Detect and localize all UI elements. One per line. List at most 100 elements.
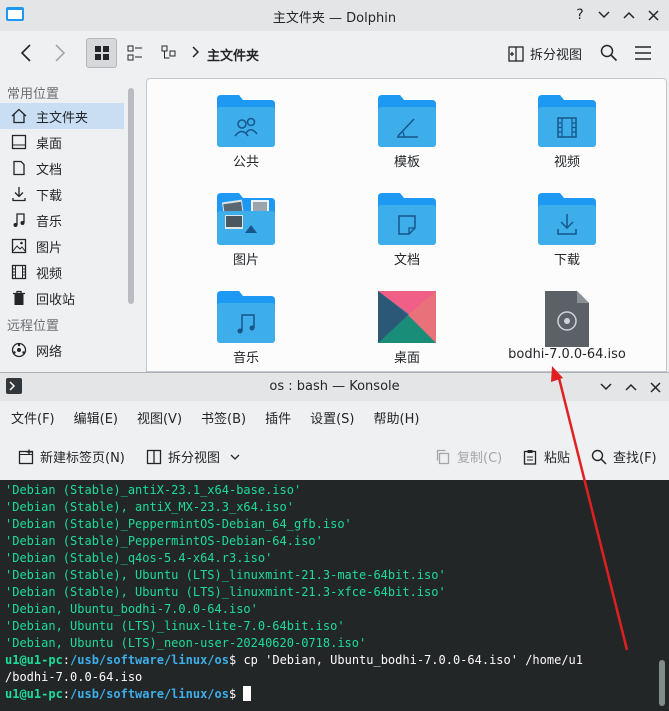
minimize-icon[interactable] — [594, 5, 614, 25]
copy-icon — [436, 449, 450, 464]
new-tab-icon — [18, 449, 34, 464]
details-view-button[interactable] — [154, 38, 184, 68]
file-view: 公共 模板 视频 图片 文档 下载 音乐 桌面 bodhi-7.0.0-64.i… — [146, 78, 667, 372]
search-button[interactable] — [596, 38, 622, 68]
terminal-line: 'Debian, Ubuntu (LTS)_neon-user-20240620… — [5, 636, 367, 650]
places-item-network[interactable]: 网络 — [0, 337, 124, 363]
file-item[interactable]: 下载 — [507, 193, 627, 268]
file-label: 文档 — [393, 253, 420, 268]
menu-edit[interactable]: 编辑(E) — [74, 408, 118, 427]
grid-view-icon — [94, 46, 109, 60]
file-label: bodhi-7.0.0-64.iso — [508, 347, 626, 362]
places-item-label: 下载 — [36, 188, 63, 204]
find-button[interactable]: 查找(F) — [591, 447, 657, 466]
maximize-icon[interactable] — [619, 5, 639, 25]
document-icon — [10, 159, 28, 177]
file-item[interactable]: 文档 — [347, 193, 467, 268]
network-icon — [10, 341, 28, 359]
dolphin-toolbar: 主文件夹 拆分视图 — [0, 31, 669, 77]
menu-plugins[interactable]: 插件 — [265, 408, 291, 427]
file-item[interactable]: 音乐 — [186, 291, 306, 366]
split-view-icon — [146, 449, 162, 464]
file-label: 下载 — [553, 253, 580, 268]
menubar: 文件(F) 编辑(E) 视图(V) 书签(B) 插件 设置(S) 帮助(H) — [0, 401, 669, 433]
places-item-pictures[interactable]: 图片 — [0, 233, 124, 259]
split-view-button[interactable]: 拆分视图 — [508, 44, 582, 63]
back-button[interactable] — [12, 38, 40, 68]
folder-documents-icon — [378, 193, 436, 245]
compact-view-icon — [127, 45, 142, 61]
places-item-music[interactable]: 音乐 — [0, 207, 124, 233]
breadcrumb[interactable]: 主文件夹 — [207, 45, 259, 64]
folder-pictures-icon — [217, 193, 275, 245]
minimize-icon[interactable] — [596, 377, 616, 397]
folder-templates-icon — [378, 95, 436, 147]
menu-file[interactable]: 文件(F) — [11, 408, 55, 427]
file-item[interactable]: 图片 — [186, 193, 306, 268]
home-icon — [10, 107, 28, 125]
terminal-line: 'Debian (Stable), antiX_MX-23.3_x64.iso' — [5, 500, 294, 514]
menu-help[interactable]: 帮助(H) — [374, 408, 420, 427]
folder-music-icon — [217, 291, 275, 343]
places-item-label: 图片 — [36, 240, 63, 256]
menu-button[interactable] — [630, 38, 656, 68]
file-item[interactable]: 公共 — [186, 95, 306, 170]
menu-bookmarks[interactable]: 书签(B) — [201, 408, 246, 427]
menu-view[interactable]: 视图(V) — [137, 408, 182, 427]
terminal-line: 'Debian (Stable)_PeppermintOS-Debian_64_… — [5, 517, 352, 531]
close-icon[interactable] — [643, 5, 663, 25]
search-icon — [591, 449, 607, 465]
terminal-scrollbar[interactable] — [659, 660, 665, 706]
places-item-downloads[interactable]: 下载 — [0, 181, 124, 207]
file-item[interactable]: bodhi-7.0.0-64.iso — [507, 291, 627, 362]
desktop-icon — [10, 133, 28, 151]
places-item-label: 视频 — [36, 266, 63, 282]
trash-icon — [10, 289, 28, 307]
split-view-button[interactable]: 拆分视图 — [146, 447, 240, 466]
back-icon — [20, 44, 31, 62]
dolphin-titlebar[interactable]: 主文件夹 — Dolphin ? — [0, 0, 669, 31]
konsole-titlebar[interactable]: os : bash — Konsole — [0, 373, 669, 401]
places-scrollbar[interactable] — [128, 88, 134, 304]
file-label: 模板 — [393, 155, 420, 170]
music-icon — [10, 211, 28, 229]
copy-button[interactable]: 复制(C) — [435, 447, 502, 466]
split-view-icon — [508, 45, 524, 62]
places-item-documents[interactable]: 文档 — [0, 155, 124, 181]
forward-icon — [55, 44, 66, 62]
terminal-line: 'Debian (Stable), Ubuntu (LTS)_linuxmint… — [5, 568, 446, 582]
prompt-user: u1@u1-pc — [5, 687, 63, 701]
maximize-icon[interactable] — [621, 377, 641, 397]
konsole-window: os : bash — Konsole 文件(F) 编辑(E) 视图(V) 书签… — [0, 372, 669, 711]
compact-view-button[interactable] — [120, 38, 150, 68]
places-item-trash[interactable]: 回收站 — [0, 285, 124, 311]
file-item[interactable]: 桌面 — [347, 291, 467, 366]
file-item[interactable]: 视频 — [507, 95, 627, 170]
forward-button[interactable] — [46, 38, 74, 68]
split-view-label: 拆分视图 — [168, 451, 221, 466]
places-item-desktop[interactable]: 桌面 — [0, 129, 124, 155]
copy-label: 复制(C) — [457, 451, 503, 466]
file-label: 图片 — [232, 253, 259, 268]
terminal-line: 'Debian (Stable)_q4os-5.4-x64.r3.iso' — [5, 551, 273, 565]
picture-icon — [10, 237, 28, 255]
places-item-videos[interactable]: 视频 — [0, 259, 124, 285]
command-wrap: /bodhi-7.0.0-64.iso — [5, 670, 143, 684]
disc-image-icon — [545, 291, 589, 347]
help-icon[interactable]: ? — [570, 5, 590, 25]
new-tab-button[interactable]: 新建标签页(N) — [18, 447, 125, 466]
icons-view-button[interactable] — [86, 38, 117, 68]
window-title: 主文件夹 — Dolphin — [272, 11, 397, 26]
hamburger-menu-icon — [635, 46, 651, 60]
remote-places-header: 远程位置 — [7, 319, 60, 334]
terminal-output[interactable]: 'Debian (Stable)_antiX-23.1_x64-base.iso… — [0, 480, 669, 711]
close-icon[interactable] — [645, 377, 665, 397]
menu-settings[interactable]: 设置(S) — [310, 408, 354, 427]
paste-button[interactable]: 粘贴 — [522, 447, 570, 466]
file-item[interactable]: 模板 — [347, 95, 467, 170]
find-label: 查找(F) — [613, 451, 657, 466]
prompt-path: /usb/software/linux/os — [70, 687, 229, 701]
folder-videos-icon — [538, 95, 596, 147]
prompt-user: u1@u1-pc — [5, 653, 63, 667]
places-item-home[interactable]: 主文件夹 — [0, 103, 124, 129]
